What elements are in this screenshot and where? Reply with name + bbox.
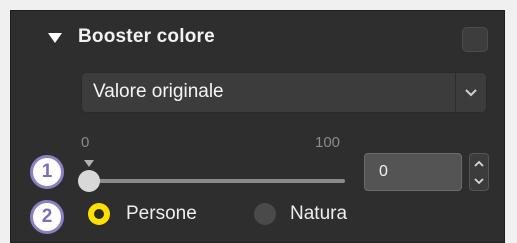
preset-selected-value: Valore originale	[93, 81, 224, 102]
dropdown-toggle[interactable]	[455, 73, 486, 112]
preset-dropdown[interactable]: Valore originale	[81, 72, 487, 113]
chevron-down-icon	[474, 177, 484, 184]
enable-checkbox[interactable]	[462, 27, 488, 52]
radio-label-natura: Natura	[290, 203, 348, 224]
chevron-down-icon	[465, 88, 477, 96]
section-title: Booster colore	[78, 26, 215, 47]
slider-track[interactable]	[82, 179, 345, 183]
slider-max-label: 100	[315, 134, 341, 151]
radio-label-persone: Persone	[126, 203, 197, 224]
slider-thumb[interactable]	[78, 170, 100, 192]
step-down-button[interactable]	[470, 172, 488, 190]
callout-1: 1	[30, 155, 64, 189]
step-up-button[interactable]	[470, 154, 488, 172]
callout-2: 2	[30, 200, 64, 234]
value-stepper[interactable]	[469, 153, 489, 191]
collapse-triangle-icon[interactable]	[48, 33, 62, 43]
value-number-input[interactable]: 0	[364, 153, 462, 191]
number-input-value: 0	[379, 163, 388, 180]
slider-min-label: 0	[81, 134, 90, 151]
radio-natura[interactable]	[254, 203, 276, 225]
radio-persone[interactable]	[88, 203, 110, 225]
slider-default-marker	[84, 160, 94, 167]
chevron-up-icon	[474, 160, 484, 167]
